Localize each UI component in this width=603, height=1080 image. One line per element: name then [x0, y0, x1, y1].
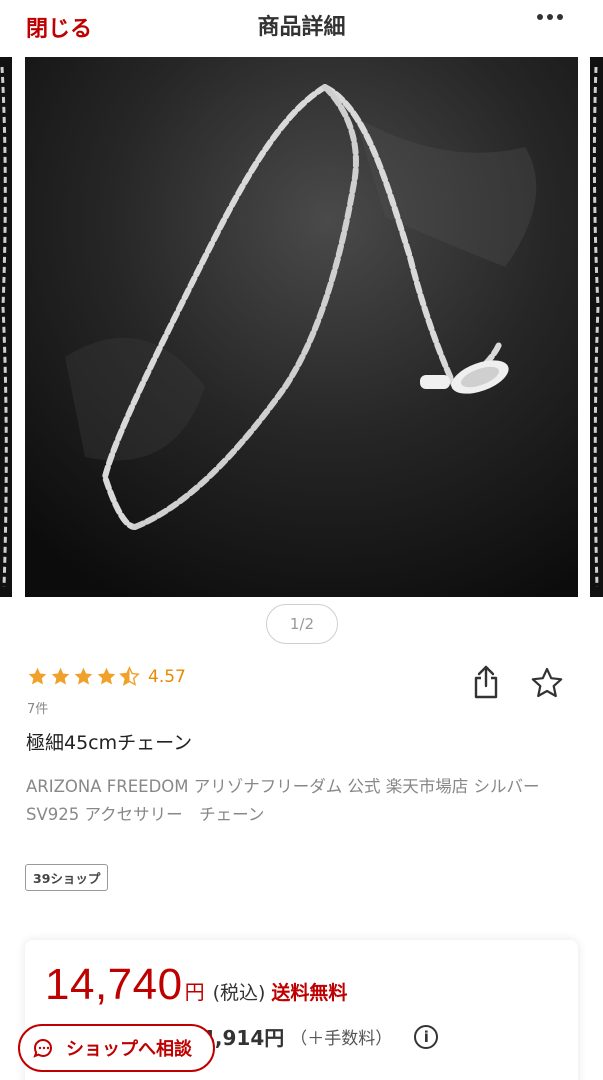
more-options-icon[interactable]: [537, 14, 563, 20]
review-count[interactable]: 7件: [27, 698, 48, 717]
star-half-icon: [119, 666, 140, 686]
star-full-icon: [28, 667, 47, 685]
previous-slide-peek[interactable]: [0, 57, 12, 597]
product-name: 極細45cmチェーン: [26, 732, 193, 754]
top-bar: 閉じる 商品詳細: [0, 0, 603, 50]
info-icon[interactable]: i: [414, 1024, 439, 1049]
star-full-icon: [74, 667, 93, 685]
shop-consult-button[interactable]: ショップへ相談: [18, 1024, 215, 1072]
star-full-icon: [51, 667, 70, 685]
page-title: 商品詳細: [257, 15, 346, 40]
product-description: ARIZONA FREEDOM アリゾナフリーダム 公式 楽天市場店 シルバー …: [26, 777, 540, 824]
tax-label: (税込): [212, 982, 266, 1004]
chat-bubble-icon: [33, 1039, 52, 1058]
next-slide-peek[interactable]: [590, 57, 603, 597]
installment-fee: （＋手数料）: [290, 1029, 393, 1049]
rating-value: 4.57: [148, 666, 186, 687]
product-image-carousel[interactable]: [0, 57, 603, 597]
price-value: 14,740: [45, 960, 183, 1009]
close-button[interactable]: 閉じる: [26, 11, 92, 43]
price-unit: 円: [184, 980, 205, 1004]
image-pager: 1/2: [266, 604, 338, 644]
rating-stars: [27, 666, 140, 687]
price-row: 14,740 円 (税込) 送料無料: [45, 960, 347, 1010]
rating[interactable]: 4.57: [27, 666, 186, 687]
free-shipping-label: 送料無料: [271, 982, 348, 1004]
star-full-icon: [97, 667, 116, 685]
shop-consult-label: ショップへ相談: [66, 1039, 192, 1060]
shop-badge: 39ショップ: [25, 864, 109, 891]
installment-row: 4,914円 （＋手数料） i: [201, 1022, 439, 1051]
product-image[interactable]: [25, 57, 578, 597]
share-icon[interactable]: [470, 664, 502, 700]
favorite-star-icon[interactable]: [530, 666, 564, 700]
